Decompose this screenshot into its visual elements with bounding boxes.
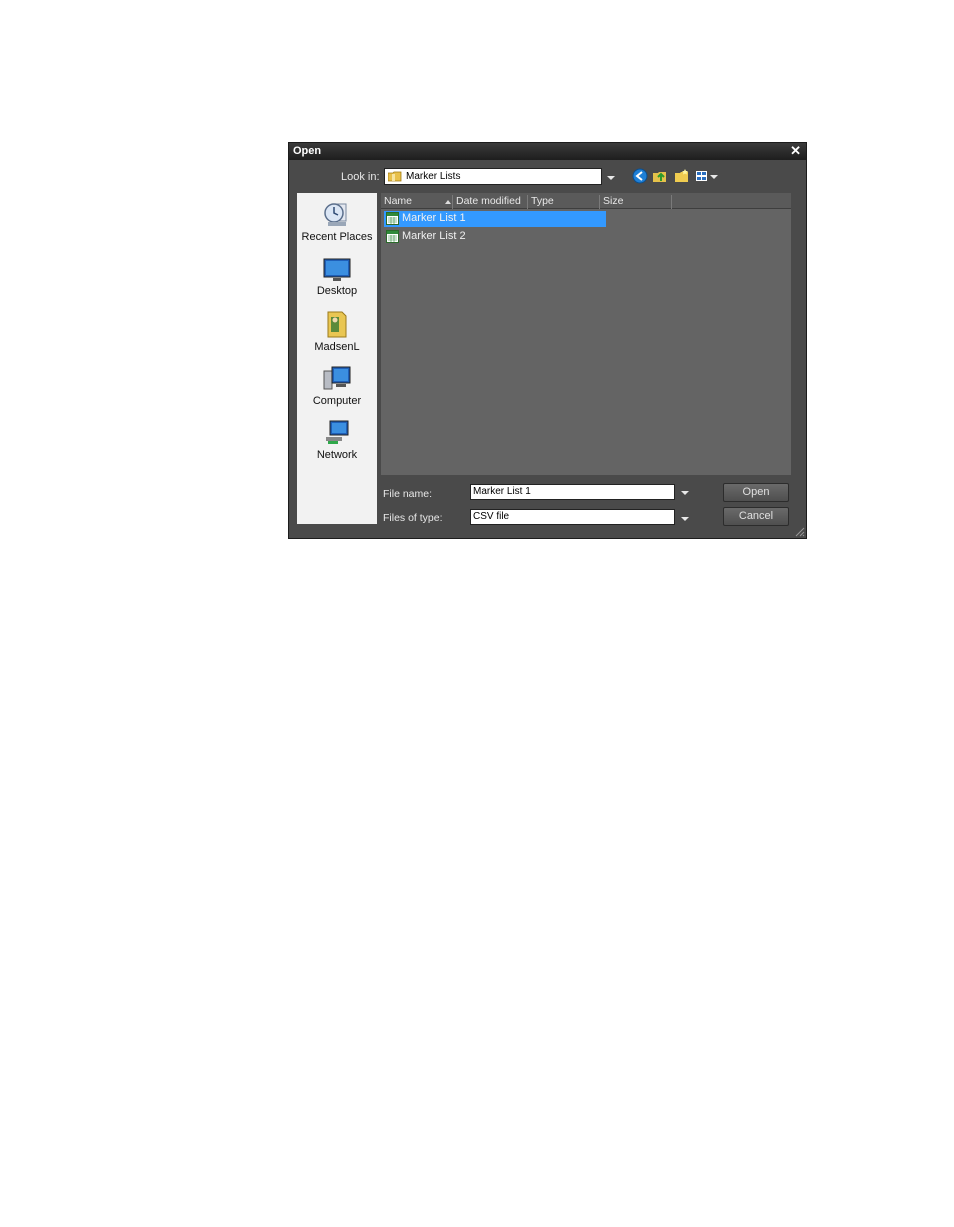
column-header-date-modified[interactable]: Date modified	[453, 195, 528, 209]
network-icon	[326, 420, 349, 444]
place-desktop[interactable]: Desktop	[297, 257, 377, 297]
view-menu-icon[interactable]	[696, 168, 708, 184]
dialog-title: Open	[293, 145, 322, 157]
recent-places-icon	[324, 203, 347, 226]
file-name-label: File name:	[383, 488, 433, 500]
file-row[interactable]: Marker List 2	[384, 229, 606, 245]
view-dropdown-arrow-icon[interactable]	[710, 175, 718, 179]
place-recent-places[interactable]: Recent Places	[297, 201, 377, 243]
file-list-header: Name Date modified Type Size	[381, 193, 791, 209]
file-name: Marker List 2	[402, 230, 466, 242]
place-label: Desktop	[316, 285, 358, 297]
csv-file-icon	[386, 230, 399, 243]
file-type-label: Files of type:	[383, 512, 443, 524]
title-bar[interactable]: Open ✕	[289, 143, 806, 160]
look-in-label: Look in:	[341, 171, 380, 183]
folder-icon	[388, 171, 402, 182]
column-header-name[interactable]: Name	[381, 195, 453, 209]
column-header-label: Type	[531, 195, 554, 207]
column-header-size[interactable]: Size	[600, 195, 672, 209]
user-folder-icon	[327, 311, 347, 338]
place-network[interactable]: Network	[297, 419, 377, 461]
places-bar: Recent Places Desktop MadsenL Computer N…	[297, 193, 377, 524]
file-name-dropdown-arrow-icon[interactable]	[681, 491, 689, 495]
column-header-label: Name	[384, 195, 413, 207]
look-in-select[interactable]: Marker Lists	[384, 168, 602, 185]
desktop-icon	[323, 258, 351, 281]
file-type-select[interactable]: CSV file	[470, 509, 675, 525]
resize-grip-icon[interactable]	[793, 525, 805, 537]
column-header-label: Date modified	[456, 195, 521, 207]
file-type-dropdown-arrow-icon[interactable]	[681, 517, 689, 521]
column-header-label: Size	[603, 195, 624, 207]
file-list[interactable]: Name Date modified Type Size Marker List…	[381, 193, 791, 475]
close-icon[interactable]: ✕	[790, 143, 801, 159]
place-computer[interactable]: Computer	[297, 365, 377, 407]
file-name-input[interactable]: Marker List 1	[470, 484, 675, 500]
place-label: MadsenL	[314, 341, 360, 353]
sort-ascending-icon	[445, 200, 451, 204]
place-label: Computer	[312, 395, 362, 407]
place-label: Recent Places	[301, 231, 373, 243]
open-dialog: Open ✕ Look in: Marker Lists Recent Plac…	[288, 142, 807, 539]
column-header-type[interactable]: Type	[528, 195, 600, 209]
look-in-dropdown-arrow-icon[interactable]	[607, 176, 615, 180]
file-row[interactable]: Marker List 1	[384, 211, 606, 227]
open-button[interactable]: Open	[723, 483, 789, 502]
place-madsenl[interactable]: MadsenL	[297, 309, 377, 353]
file-name: Marker List 1	[402, 212, 466, 224]
computer-icon	[323, 366, 351, 390]
look-in-value: Marker Lists	[406, 171, 461, 182]
place-label: Network	[316, 449, 358, 461]
up-folder-icon[interactable]	[652, 168, 668, 184]
csv-file-icon	[386, 212, 399, 225]
back-icon[interactable]	[632, 168, 648, 184]
cancel-button[interactable]: Cancel	[723, 507, 789, 526]
new-folder-icon[interactable]	[674, 168, 690, 184]
